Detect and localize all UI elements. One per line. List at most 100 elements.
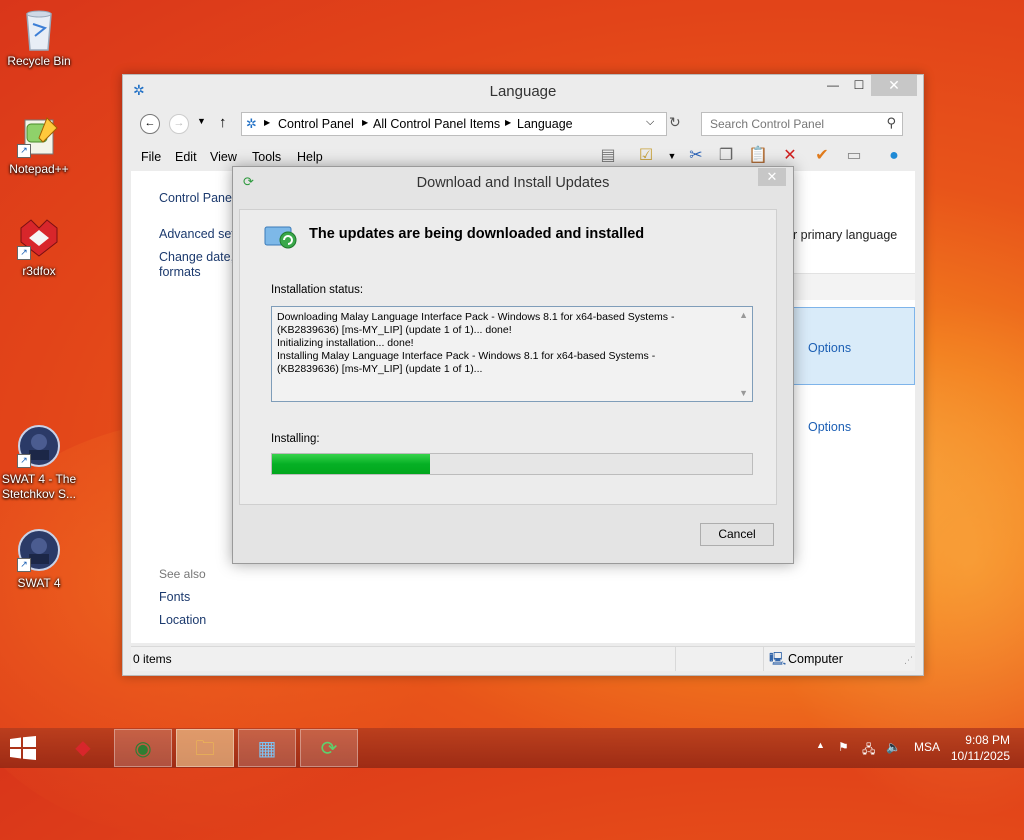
desktop-icon-label: Recycle Bin [7,54,71,68]
install-progress-bar [271,453,753,475]
menu-file[interactable]: File [141,150,161,164]
options-link-2[interactable]: Options [808,420,851,434]
taskbar-control-panel-icon[interactable]: ▦ [238,729,296,767]
volume-icon[interactable]: 🔈 [886,740,901,754]
back-button[interactable]: ← [140,114,160,134]
status-location: Computer [788,652,843,666]
desktop-icon-swat4[interactable]: ↗ SWAT 4 [0,528,79,591]
copy-icon[interactable]: ❐ [715,145,737,167]
menu-tools[interactable]: Tools [252,150,281,164]
clock-date: 10/11/2025 [950,749,1010,763]
search-input[interactable]: Search Control Panel ⚲ [701,112,903,136]
shortcut-arrow-icon: ↗ [17,558,31,572]
desktop-icon-label: Notepad++ [9,162,69,176]
computer-icon: 🖳 [769,651,787,666]
install-progress-fill [272,454,431,474]
up-button[interactable]: ↑ [219,114,227,131]
toolbar-dropdown-icon[interactable]: ▼ [661,145,683,167]
action-center-icon[interactable]: ⚑ [838,740,849,754]
installation-log[interactable]: Downloading Malay Language Interface Pac… [271,306,753,402]
maximize-button[interactable]: ☐ [845,75,873,96]
change-date-link[interactable]: Change date, [159,250,234,265]
desktop-icon-r3dfox[interactable]: ↗ r3dfox [0,216,79,279]
language-list-header-separator [781,273,915,300]
start-button[interactable] [8,736,38,760]
control-panel-icon: ✲ [246,116,257,131]
update-status-icon [264,224,298,253]
address-dropdown-icon[interactable]: ⌵ [646,116,654,129]
address-bar-row: ← → ▼ ↑ ✲ ▶ Control Panel ▶ All Control … [131,111,915,137]
fonts-link[interactable]: Fonts [159,590,190,605]
paste-icon[interactable]: 📋 [747,145,769,167]
layout-icon[interactable]: ▤ [597,145,619,167]
desktop-icon-recycle-bin[interactable]: Recycle Bin [0,6,79,69]
see-also-heading: See also [159,567,206,581]
properties-icon[interactable]: ▭ [843,145,865,167]
swat4-icon: ↗ [17,528,61,572]
swat4-stetchkov-icon: ↗ [17,424,61,468]
taskbar-clock[interactable]: 9:08 PM 10/11/2025 [951,732,1010,764]
input-language-indicator[interactable]: MSA [914,740,940,754]
checklist-icon[interactable]: ☑ [635,145,657,167]
address-box[interactable]: ✲ ▶ Control Panel ▶ All Control Panel It… [241,112,667,136]
search-icon[interactable]: ⚲ [886,115,896,131]
dialog-heading: The updates are being downloaded and ins… [309,226,645,242]
installation-status-label: Installation status: [271,284,364,296]
notepad-plus-plus-icon: ↗ [17,114,61,158]
search-placeholder: Search Control Panel [710,117,825,131]
dialog-title: Download and Install Updates [416,175,610,191]
breadcrumb-control-panel[interactable]: Control Panel [278,117,354,131]
dialog-title-bar[interactable]: ⟳ Download and Install Updates ✕ [233,167,793,199]
breadcrumb-separator-icon: ▶ [505,118,512,127]
menu-view[interactable]: View [210,150,237,164]
recent-pages-chevron-icon[interactable]: ▼ [197,116,206,126]
dialog-close-button[interactable]: ✕ [758,168,786,186]
taskbar-file-explorer-icon[interactable]: 🗀 [176,729,234,767]
show-hidden-icons-icon[interactable]: ▲ [816,740,825,750]
refresh-icon[interactable]: ↻ [669,114,681,131]
delete-icon[interactable]: ✕ [779,145,801,167]
check-icon[interactable]: ✔ [811,145,833,167]
scroll-down-icon[interactable]: ▼ [739,388,748,398]
installing-label: Installing: [271,433,320,445]
shortcut-arrow-icon: ↗ [17,246,31,260]
menu-help[interactable]: Help [297,150,323,164]
window-title: Language [489,83,557,100]
clock-time: 9:08 PM [965,733,1010,747]
desktop-icon-label: SWAT 4 - The Stetchkov S... [1,472,77,501]
forward-button[interactable]: → [169,114,189,134]
status-divider [763,647,764,671]
primary-language-text: r primary language [793,228,898,242]
desktop-icon-notepad-plus-plus[interactable]: ↗ Notepad++ [0,114,79,177]
options-link-1[interactable]: Options [808,341,851,355]
control-panel-home-link[interactable]: Control Panel [159,191,235,206]
location-link[interactable]: Location [159,613,206,628]
scroll-up-icon[interactable]: ▲ [739,310,748,320]
r3dfox-icon: ↗ [17,216,61,260]
taskbar-browser-icon[interactable]: ◉ [114,729,172,767]
breadcrumb-language[interactable]: Language [517,117,573,131]
window-title-bar[interactable]: ✲ Language — ☐ ✕ [123,75,923,107]
advanced-settings-link[interactable]: Advanced sett [159,227,238,242]
resize-grip-icon[interactable]: ⋰ [904,655,913,666]
network-icon[interactable]: 🖧 [862,740,875,761]
globe-icon[interactable]: ● [883,145,905,167]
shortcut-arrow-icon: ↗ [17,454,31,468]
item-count: 0 items [133,652,172,666]
recycle-bin-icon [17,6,61,51]
close-button[interactable]: ✕ [871,75,917,96]
breadcrumb-separator-icon: ▶ [264,118,271,127]
menu-edit[interactable]: Edit [175,150,197,164]
taskbar-windows-update-icon[interactable]: ⟳ [300,729,358,767]
taskbar-r3dfox-icon[interactable]: ◆ [54,729,112,767]
change-date-link-cont[interactable]: formats [159,265,201,280]
desktop-icon-swat4-stetchkov[interactable]: ↗ SWAT 4 - The Stetchkov S... [0,424,79,502]
breadcrumb-all-items[interactable]: All Control Panel Items [373,117,500,131]
cancel-button[interactable]: Cancel [700,523,774,546]
minimize-button[interactable]: — [819,75,847,96]
desktop-icon-label: r3dfox [22,264,56,278]
cut-icon[interactable]: ✂ [685,145,707,167]
installation-log-text: Downloading Malay Language Interface Pac… [277,311,675,375]
desktop-icon-label: SWAT 4 [17,576,61,590]
status-bar: 0 items 🖳 Computer ⋰ [131,646,915,671]
